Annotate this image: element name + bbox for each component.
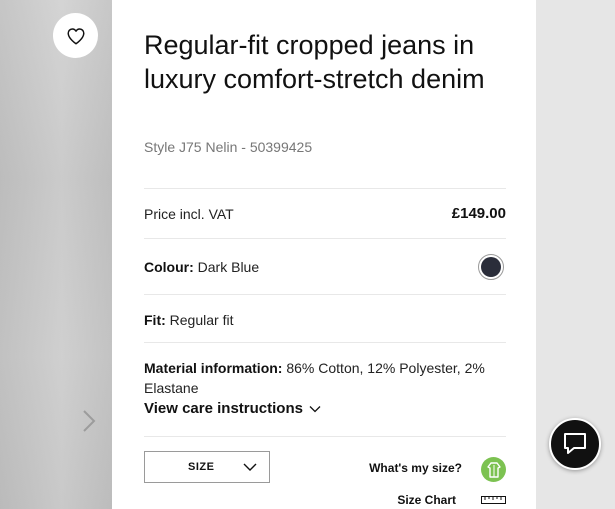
- price-label: Price incl. VAT: [144, 206, 234, 222]
- chevron-down-icon: [309, 405, 321, 412]
- product-info-panel: Regular-fit cropped jeans in luxury comf…: [112, 0, 536, 509]
- fit-value: Regular fit: [169, 312, 234, 328]
- fit-row: Fit: Regular fit: [144, 294, 506, 342]
- care-instructions-label: View care instructions: [144, 400, 303, 417]
- size-row: SIZE What's my size? Size Chart: [144, 436, 506, 509]
- colour-swatch[interactable]: [478, 254, 504, 280]
- colour-row: Colour: Dark Blue: [144, 238, 506, 294]
- material-label: Material information:: [144, 360, 283, 376]
- size-dropdown[interactable]: SIZE: [144, 451, 270, 483]
- care-instructions-link[interactable]: View care instructions: [144, 400, 321, 417]
- material-row: Material information: 86% Cotton, 12% Po…: [144, 342, 506, 436]
- colour-value: Dark Blue: [197, 259, 260, 275]
- heart-icon: [66, 27, 85, 45]
- style-number: Style J75 Nelin - 50399425: [144, 139, 313, 155]
- colour-info: Colour: Dark Blue: [144, 259, 259, 275]
- size-dropdown-label: SIZE: [188, 461, 215, 473]
- chat-bubble-icon: [564, 433, 586, 454]
- colour-swatch-fill: [481, 257, 501, 277]
- material-info: Material information: 86% Cotton, 12% Po…: [144, 358, 494, 398]
- wishlist-button[interactable]: [53, 13, 98, 58]
- ruler-icon[interactable]: [481, 495, 506, 505]
- price-row: Price incl. VAT £149.00: [144, 188, 506, 238]
- chat-button[interactable]: [549, 418, 601, 470]
- size-chart-link[interactable]: Size Chart: [397, 493, 456, 507]
- price-value: £149.00: [451, 205, 506, 222]
- chevron-right-icon[interactable]: [80, 408, 98, 434]
- chevron-down-icon: [243, 463, 257, 471]
- fit-info: Fit: Regular fit: [144, 312, 233, 328]
- whats-my-size-link[interactable]: What's my size?: [369, 461, 462, 475]
- fit-label: Fit:: [144, 312, 166, 328]
- colour-label: Colour:: [144, 259, 194, 275]
- product-title: Regular-fit cropped jeans in luxury comf…: [144, 30, 485, 94]
- body-silhouette-icon[interactable]: [481, 457, 506, 482]
